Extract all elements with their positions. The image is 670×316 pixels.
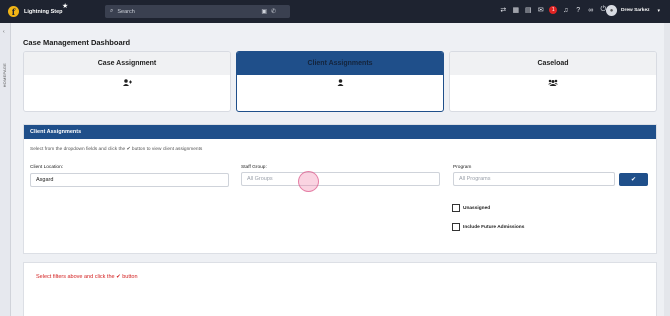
exchange-icon[interactable]: ⇄: [497, 6, 510, 14]
top-navbar: f Lightning Step ★ ⌕ ▣ ✆ ⇄ ▦ ▤ ✉ 1 ♫ ? ∞…: [0, 0, 670, 23]
brand-logo: f: [8, 6, 19, 17]
check-icon: ✔: [126, 147, 131, 152]
id-card-icon[interactable]: ▤: [522, 6, 535, 14]
phone-icon[interactable]: ✆: [271, 8, 276, 15]
card-title: Case Assignment: [24, 52, 230, 75]
user-menu[interactable]: ● Drew Sarkez ▾: [606, 5, 660, 16]
future-admissions-checkbox-row[interactable]: Include Future Admissions: [452, 223, 524, 231]
calendar-icon[interactable]: ▦: [510, 6, 523, 14]
user-plus-icon: [24, 79, 230, 88]
rail-label[interactable]: HOMEPAGE: [2, 63, 7, 87]
future-admissions-label: Include Future Admissions: [463, 224, 525, 230]
star-icon[interactable]: ★: [62, 2, 68, 10]
client-assignments-panel: Client Assignments Select from the dropd…: [23, 124, 657, 254]
left-rail: ‹ HOMEPAGE: [0, 23, 11, 316]
search-icon: ⌕: [110, 8, 114, 14]
help-icon[interactable]: ?: [572, 7, 585, 14]
panel-title: Client Assignments: [24, 125, 656, 139]
card-caseload[interactable]: Caseload: [449, 51, 657, 112]
header-icons: ⇄ ▦ ▤ ✉ 1 ♫ ? ∞ ⏻: [497, 6, 610, 14]
instructions: Select from the dropdown fields and clic…: [30, 147, 203, 152]
client-location-label: Client Location:: [30, 165, 64, 170]
card-title: Client Assignments: [237, 52, 443, 75]
apply-filters-button[interactable]: ✔: [619, 173, 648, 186]
brand[interactable]: f Lightning Step: [8, 6, 63, 17]
future-admissions-checkbox[interactable]: [452, 223, 460, 231]
staff-group-label: Staff Group:: [241, 165, 267, 170]
brand-name: Lightning Step: [24, 8, 63, 15]
staff-group-select[interactable]: All Groups: [241, 172, 440, 186]
client-location-select[interactable]: Asgard: [30, 173, 229, 187]
search-bar[interactable]: ⌕ ▣ ✆: [105, 5, 290, 18]
results-panel: Select filters above and click the ✔ but…: [23, 262, 657, 316]
check-icon: ✔: [630, 177, 637, 183]
click-indicator: [298, 171, 319, 192]
results-message: Select filters above and click the ✔ but…: [36, 274, 138, 280]
users-icon: [450, 79, 656, 88]
card-case-assignment[interactable]: Case Assignment: [23, 51, 231, 112]
calendar-small-icon[interactable]: ▣: [261, 8, 267, 15]
chat-icon[interactable]: ✉: [535, 6, 548, 14]
scrollbar[interactable]: [664, 23, 670, 316]
search-input[interactable]: [117, 8, 258, 15]
notification-badge[interactable]: 1: [547, 6, 560, 14]
user-name: Drew Sarkez: [621, 8, 650, 13]
unassigned-checkbox[interactable]: [452, 204, 460, 212]
program-label: Program: [453, 165, 472, 170]
page-title: Case Management Dashboard: [23, 38, 131, 47]
check-icon: ✔: [116, 274, 121, 280]
bell-icon[interactable]: ♫: [560, 7, 573, 14]
link-icon[interactable]: ∞: [585, 7, 598, 14]
unassigned-label: Unassigned: [463, 205, 491, 211]
card-client-assignments[interactable]: Client Assignments: [236, 51, 444, 112]
chevron-left-icon[interactable]: ‹: [3, 29, 5, 35]
unassigned-checkbox-row[interactable]: Unassigned: [452, 204, 490, 212]
user-icon: [237, 79, 443, 88]
card-title: Caseload: [450, 52, 656, 75]
avatar: ●: [606, 5, 617, 16]
chevron-down-icon: ▾: [657, 7, 661, 14]
program-select[interactable]: All Programs: [453, 172, 615, 186]
